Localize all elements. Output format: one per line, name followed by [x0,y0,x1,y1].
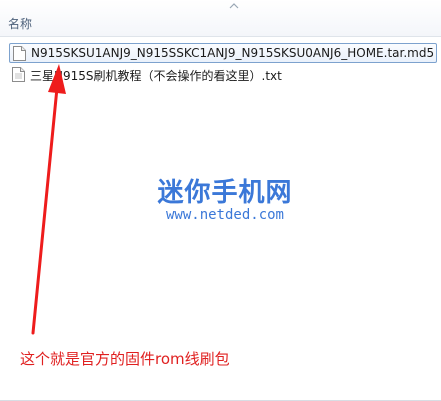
column-header-name[interactable]: 名称 [8,15,32,32]
file-icon [13,46,26,61]
file-name: 三星N915S刷机教程（不会操作的看这里）.txt [30,69,282,83]
file-row-txt[interactable]: 三星N915S刷机教程（不会操作的看这里）.txt [9,65,437,85]
text-file-icon [12,67,25,82]
list-header: 名称 [0,0,441,37]
file-name: N915SKSU1ANJ9_N915SSKC1ANJ9_N915SKSU0ANJ… [31,46,435,60]
annotation-text: 这个就是官方的固件rom线刷包 [20,350,230,368]
sort-ascending-icon[interactable] [229,3,239,9]
file-row-tar-md5[interactable]: N915SKSU1ANJ9_N915SSKC1ANJ9_N915SKSU0ANJ… [9,43,437,63]
watermark-url: www.netded.com [165,207,284,223]
watermark-brand: 迷你手机网 [157,178,293,208]
